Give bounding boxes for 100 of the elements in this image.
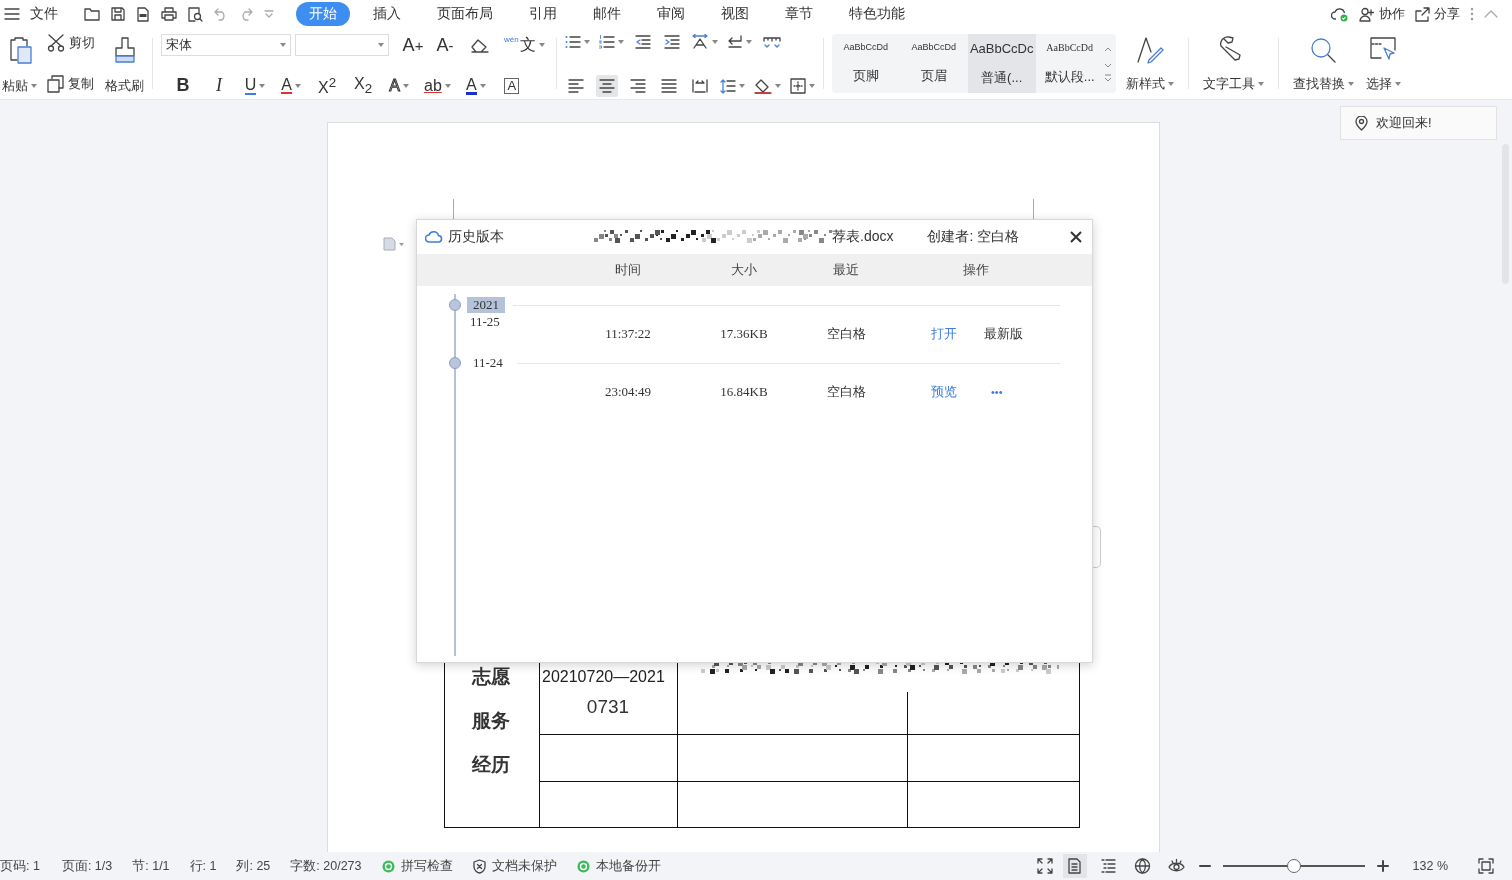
text-tools-button[interactable]: 文字工具 [1196, 34, 1270, 99]
more-button[interactable]: ••• [991, 386, 1003, 398]
caret-icon [31, 84, 37, 88]
menu-icon[interactable] [4, 7, 20, 21]
globe-icon [1134, 858, 1152, 874]
shading-button[interactable] [753, 78, 781, 94]
caret-icon [378, 43, 384, 47]
table-heading-text: 经历 [472, 753, 511, 777]
menu-tab[interactable]: 审阅 [644, 2, 698, 26]
column-header: 最近 [833, 261, 859, 279]
location-pin-icon [1355, 115, 1368, 131]
numbered-list-button[interactable] [598, 34, 624, 49]
share-button[interactable]: 分享 [1415, 5, 1460, 23]
print-preview-icon[interactable] [188, 6, 203, 22]
find-button[interactable]: 查找替换 [1286, 34, 1360, 99]
caret-icon [711, 39, 718, 44]
file-menu[interactable]: 文件 [30, 5, 58, 23]
pen-letter-icon [1134, 36, 1165, 64]
cloud-icon [425, 230, 443, 244]
script-button[interactable]: X$_{2}$ [349, 75, 377, 97]
brush-icon [112, 36, 137, 64]
italic-button[interactable]: I [205, 75, 233, 97]
copy-button[interactable]: 复制 [47, 75, 95, 93]
fullscreen-icon[interactable] [1036, 858, 1053, 874]
more-icon[interactable] [1470, 7, 1474, 21]
menu-tab[interactable]: 章节 [772, 2, 826, 26]
timeline-node [449, 357, 461, 369]
paint-bucket-icon [753, 78, 772, 94]
format-painter-button[interactable]: 格式刷 [105, 34, 144, 99]
return-arrow-icon [726, 34, 743, 49]
center-align-icon [598, 79, 615, 93]
margin-mark [1033, 199, 1034, 219]
fit-window-icon[interactable] [1478, 858, 1494, 874]
caret-icon [538, 43, 545, 47]
text-effect-button[interactable]: A [385, 76, 413, 95]
left-align-icon [567, 79, 584, 93]
borders-button[interactable] [789, 78, 815, 94]
document-icon[interactable] [136, 6, 150, 22]
save-icon[interactable] [111, 7, 125, 21]
timeline-node [449, 299, 461, 311]
print-icon[interactable] [161, 7, 177, 21]
action-link[interactable]: 预览 [931, 383, 957, 401]
column-header: 操作 [963, 261, 989, 279]
increase-indent-icon[interactable] [663, 34, 680, 49]
style-item[interactable]: AaBbCcDd 页脚 [831, 34, 900, 93]
decrease-indent-icon[interactable] [634, 34, 651, 49]
script-button[interactable]: X$^{2}$ [313, 74, 341, 97]
caret-icon [259, 83, 266, 88]
scissors-icon [47, 34, 65, 52]
style-item[interactable]: AaBbCcDd 页眉 [899, 34, 968, 93]
menu-tab[interactable]: 邮件 [580, 2, 634, 26]
close-icon[interactable] [1070, 231, 1082, 243]
cut-button[interactable]: 剪切 [47, 34, 95, 52]
font-color-button[interactable]: A [461, 76, 490, 95]
status-text: 节: 1/1 [132, 857, 170, 875]
new-style-button[interactable]: 新样式 [1119, 34, 1180, 99]
action-link[interactable]: 打开 [931, 325, 957, 343]
bullet-list-button[interactable] [564, 34, 590, 49]
character-scaling-button[interactable] [690, 34, 718, 49]
zoom-level-text[interactable]: 132 % [1412, 859, 1448, 873]
search-icon [1309, 36, 1338, 64]
highlight-button[interactable]: ab [421, 76, 454, 95]
caret-icon [583, 39, 590, 44]
date-label: 11-24 [472, 355, 504, 371]
cloud-sync-icon[interactable] [1331, 6, 1349, 22]
status-toggle[interactable]: 本地备份开 [576, 857, 661, 875]
style-item[interactable]: AaBbCcDc 普通(... [967, 34, 1036, 93]
time-cell: 11:37:22 [605, 326, 651, 342]
font-size-field[interactable] [295, 34, 389, 56]
folder-icon[interactable] [84, 7, 100, 21]
creator-text: 创建者: 空白格 [927, 228, 1020, 246]
margin-mark [453, 199, 454, 219]
eraser-icon[interactable] [471, 37, 489, 53]
select-button[interactable]: 选择 [1359, 34, 1407, 99]
strikethrough-button[interactable]: A [277, 77, 305, 95]
status-text: 行: 1 [189, 857, 217, 875]
size-cell: 17.36KB [720, 326, 768, 342]
menu-tab[interactable]: 插入 [360, 2, 414, 26]
document-protection-button[interactable]: 文档未保护 [472, 857, 557, 875]
status-text: 列: 25 [236, 857, 271, 875]
style-item[interactable]: AaBbCcDd 默认段... [1035, 34, 1104, 93]
menu-tab[interactable]: 特色功能 [836, 2, 918, 26]
menu-tab[interactable]: 视图 [708, 2, 762, 26]
line-spacing-button[interactable] [719, 78, 745, 94]
zoom-in-icon[interactable] [1376, 860, 1389, 872]
paste-button[interactable]: 粘贴 [2, 34, 37, 99]
menu-tab[interactable]: 页面布局 [424, 2, 506, 26]
line-break-button[interactable] [726, 34, 752, 49]
status-toggle[interactable]: 拼写检查 [381, 857, 453, 875]
ruler-icon[interactable] [762, 35, 781, 48]
view-button[interactable] [1062, 854, 1087, 878]
menu-tab[interactable]: 引用 [516, 2, 570, 26]
underline-button[interactable]: U [241, 76, 269, 95]
font-name-field[interactable]: 宋体 [161, 34, 291, 56]
caret-icon [280, 43, 286, 47]
collaborate-button[interactable]: 协作 [1359, 5, 1405, 23]
shield-icon [472, 858, 486, 874]
justify-align-icon [660, 79, 677, 93]
align-button[interactable] [595, 75, 618, 97]
bold-button[interactable]: B [169, 75, 197, 97]
